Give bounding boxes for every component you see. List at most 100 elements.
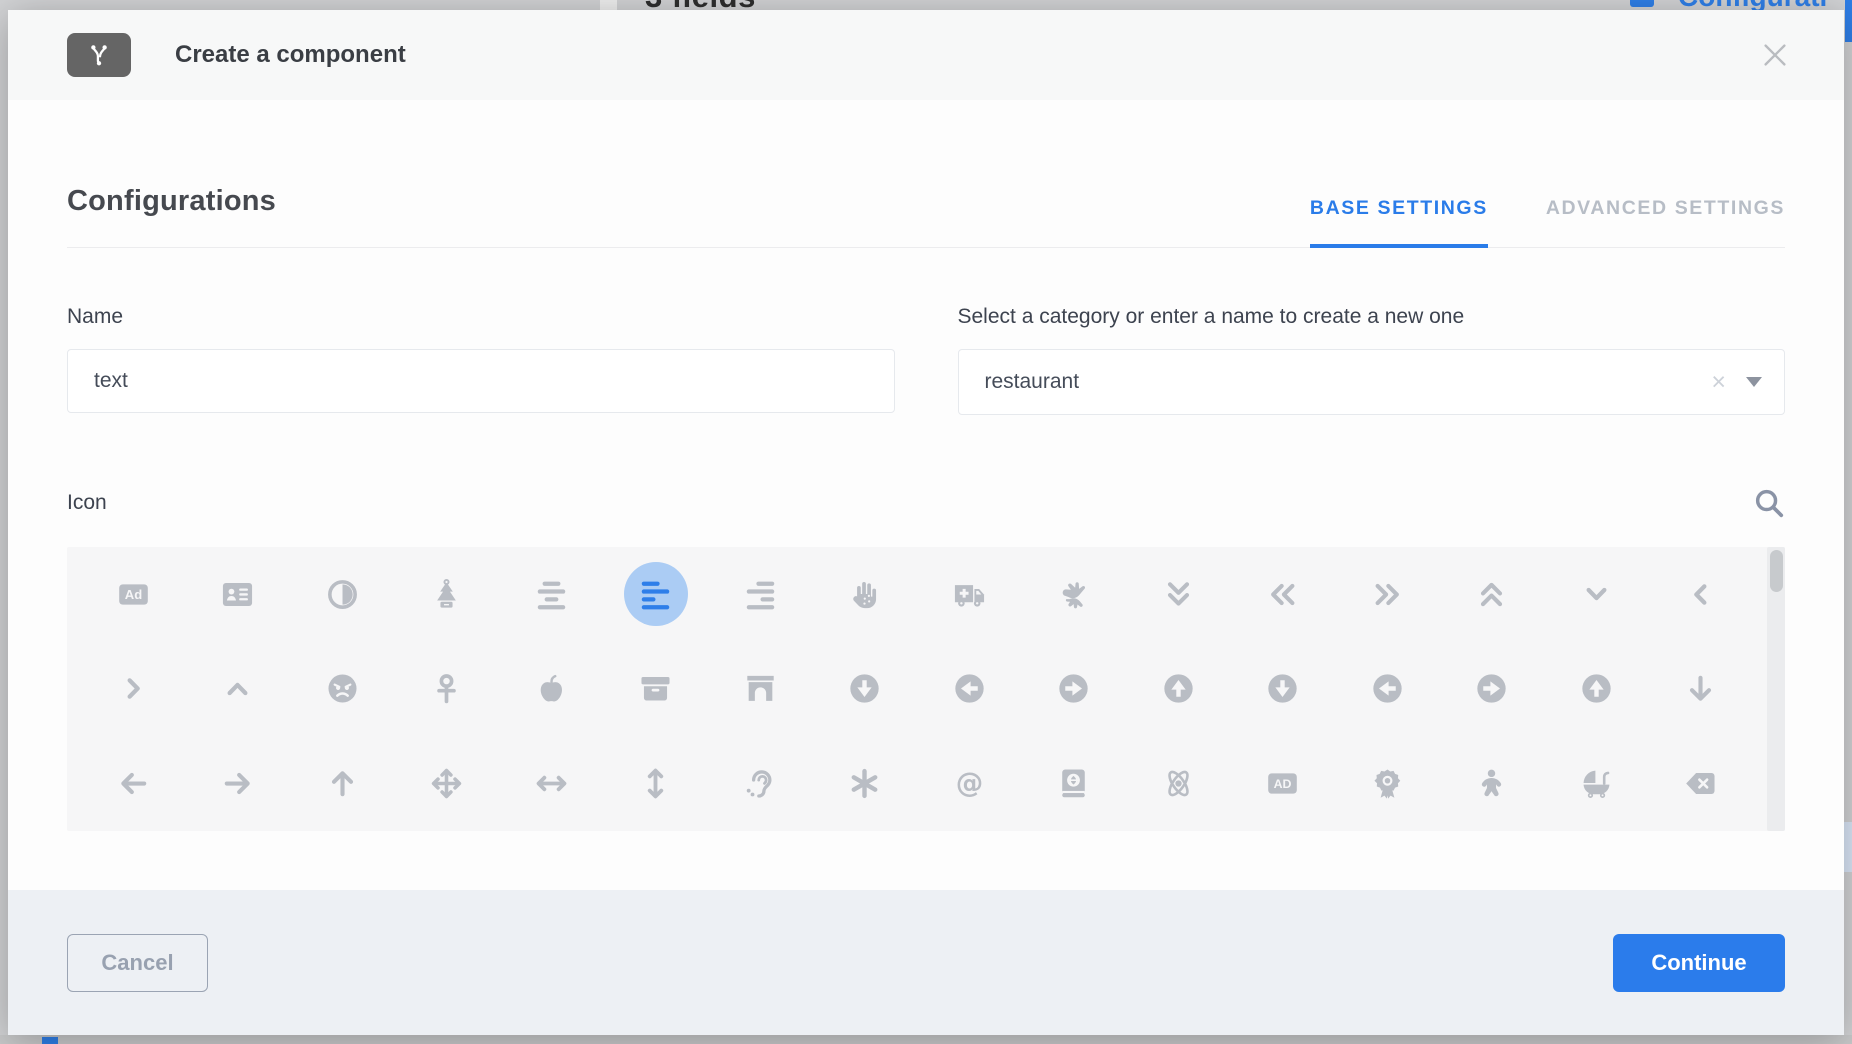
close-icon[interactable]	[1758, 38, 1792, 72]
form-fields: Name Select a category or enter a name t…	[67, 305, 1785, 415]
icon-option-apple-alt[interactable]	[519, 657, 583, 721]
icon-option-angle-right[interactable]	[101, 657, 165, 721]
icon-option-baby-carriage[interactable]	[1564, 751, 1628, 815]
icon-option-address-card[interactable]	[206, 562, 270, 626]
icon-option-angry[interactable]	[310, 657, 374, 721]
background-page-scrollbar-fragment	[600, 0, 617, 10]
icon-option-arrow-down[interactable]	[1669, 657, 1733, 721]
scrollbar-thumb[interactable]	[1770, 550, 1783, 592]
icon-option-arrow-circle-left[interactable]	[1355, 657, 1419, 721]
icon-option-ad[interactable]: Ad	[101, 562, 165, 626]
backspace-icon	[1669, 751, 1733, 815]
chevron-down-icon[interactable]	[1746, 377, 1762, 387]
name-input[interactable]	[67, 349, 895, 413]
dialog-header: Create a component	[8, 10, 1844, 100]
arrow-circle-down-icon	[1251, 657, 1315, 721]
icon-option-arrow-circle-up[interactable]	[1564, 657, 1628, 721]
angle-up-icon	[206, 657, 270, 721]
adjust-icon	[310, 562, 374, 626]
continue-button[interactable]: Continue	[1613, 934, 1785, 992]
name-field-group: Name	[67, 305, 895, 415]
align-right-icon	[728, 562, 792, 626]
icon-option-arrow-up[interactable]	[310, 751, 374, 815]
address-card-icon	[206, 562, 270, 626]
icon-option-allergies[interactable]	[833, 562, 897, 626]
air-freshener-icon	[415, 562, 479, 626]
cancel-button[interactable]: Cancel	[67, 934, 208, 992]
icon-option-arrow-right[interactable]	[206, 751, 270, 815]
icon-option-arrow-circle-down[interactable]	[1251, 657, 1315, 721]
angle-double-down-icon	[1146, 562, 1210, 626]
angle-double-up-icon	[1460, 562, 1524, 626]
icon-option-arrows-alt[interactable]	[415, 751, 479, 815]
icon-grid-scrollbar[interactable]	[1767, 547, 1785, 831]
icon-option-ankh[interactable]	[415, 657, 479, 721]
dialog-title: Create a component	[175, 41, 406, 69]
arrow-alt-circle-right-icon	[1042, 657, 1106, 721]
assistive-listening-systems-icon	[728, 751, 792, 815]
icon-option-arrow-circle-right[interactable]	[1460, 657, 1524, 721]
dialog-footer: Cancel Continue	[8, 890, 1844, 1035]
baby-icon	[1460, 751, 1524, 815]
icon-option-backspace[interactable]	[1669, 751, 1733, 815]
icon-option-arrows-alt-v[interactable]	[624, 751, 688, 815]
icon-option-align-right[interactable]	[728, 562, 792, 626]
ankh-icon	[415, 657, 479, 721]
icon-option-angle-left[interactable]	[1669, 562, 1733, 626]
icon-option-baby[interactable]	[1460, 751, 1524, 815]
icon-option-audio-description[interactable]: AD	[1251, 751, 1315, 815]
arrow-alt-circle-up-icon	[1146, 657, 1210, 721]
icon-option-at[interactable]: @	[937, 751, 1001, 815]
allergies-icon	[833, 562, 897, 626]
icon-option-archway[interactable]	[728, 657, 792, 721]
angle-down-icon	[1564, 562, 1628, 626]
angle-right-icon	[101, 657, 165, 721]
arrows-alt-v-icon	[624, 751, 688, 815]
arrow-circle-up-icon	[1564, 657, 1628, 721]
icon-option-atom[interactable]	[1146, 751, 1210, 815]
icon-option-align-center[interactable]	[519, 562, 583, 626]
icon-option-ambulance[interactable]	[937, 562, 1001, 626]
arrow-left-icon	[101, 751, 165, 815]
arrows-alt-h-icon	[519, 751, 583, 815]
icon-option-angle-up[interactable]	[206, 657, 270, 721]
icon-option-asterisk[interactable]	[833, 751, 897, 815]
icon-option-angle-double-up[interactable]	[1460, 562, 1524, 626]
atlas-icon	[1042, 751, 1106, 815]
icon-option-archive[interactable]	[624, 657, 688, 721]
arrows-alt-icon	[415, 751, 479, 815]
icon-option-adjust[interactable]	[310, 562, 374, 626]
icon-option-arrow-alt-circle-down[interactable]	[833, 657, 897, 721]
icon-label: Icon	[67, 491, 107, 515]
icon-option-angle-double-right[interactable]	[1355, 562, 1419, 626]
icon-option-air-freshener[interactable]	[415, 562, 479, 626]
arrow-alt-circle-left-icon	[937, 657, 1001, 721]
icon-option-arrow-left[interactable]	[101, 751, 165, 815]
icon-option-angle-double-left[interactable]	[1251, 562, 1315, 626]
clear-icon[interactable]: ×	[1707, 370, 1730, 395]
icon-option-arrow-alt-circle-right[interactable]	[1042, 657, 1106, 721]
icon-option-arrow-alt-circle-up[interactable]	[1146, 657, 1210, 721]
tab-advanced-settings[interactable]: ADVANCED SETTINGS	[1546, 197, 1785, 247]
apple-alt-icon	[519, 657, 583, 721]
baby-carriage-icon	[1564, 751, 1628, 815]
search-icon[interactable]	[1753, 487, 1785, 519]
icon-option-assistive-listening-systems[interactable]	[728, 751, 792, 815]
category-select[interactable]: restaurant ×	[958, 349, 1786, 415]
icon-option-angle-down[interactable]	[1564, 562, 1628, 626]
asterisk-icon	[833, 751, 897, 815]
icon-option-align-left[interactable]	[624, 562, 688, 626]
background-page-bottom-strip	[0, 1035, 1852, 1044]
tab-base-settings[interactable]: BASE SETTINGS	[1310, 197, 1488, 247]
icon-option-atlas[interactable]	[1042, 751, 1106, 815]
icon-grid: Ad @ AD	[67, 547, 1785, 831]
icon-option-award[interactable]	[1355, 751, 1419, 815]
icon-option-american-sign-language-interpreting[interactable]	[1042, 562, 1106, 626]
icon-option-angle-double-down[interactable]	[1146, 562, 1210, 626]
section-title: Configurations	[67, 185, 276, 218]
icon-option-arrows-alt-h[interactable]	[519, 751, 583, 815]
background-page-accent-fragment	[1845, 0, 1852, 42]
category-selected-value: restaurant	[985, 370, 1708, 394]
archive-icon	[624, 657, 688, 721]
icon-option-arrow-alt-circle-left[interactable]	[937, 657, 1001, 721]
